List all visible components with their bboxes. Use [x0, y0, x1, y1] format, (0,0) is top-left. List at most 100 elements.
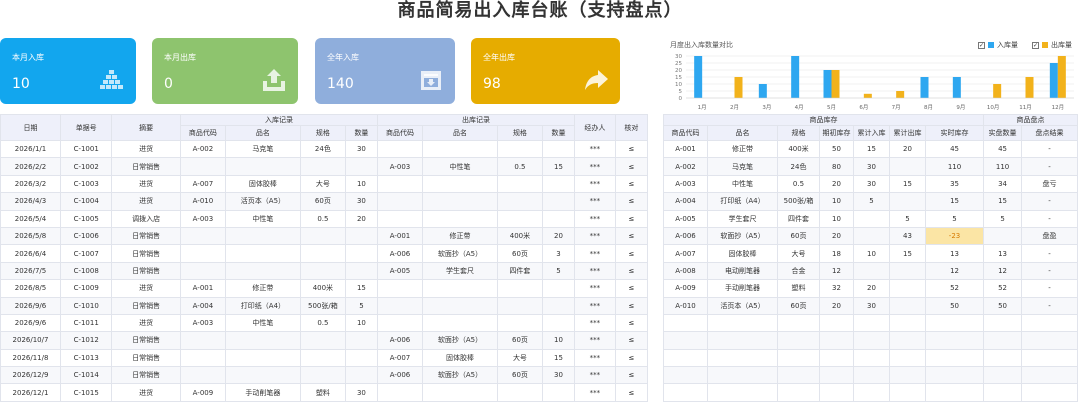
doc-no-cell[interactable]: C-1013	[59, 348, 113, 368]
code-cell[interactable]: A-006	[663, 226, 708, 246]
out-spec-cell[interactable]	[496, 279, 543, 298]
table-row[interactable]: 2026/10/7 C-1012 日常销售 A-006 软面抄（A5） 60页 10 *** ≤	[0, 331, 649, 350]
table-row[interactable]: 2026/9/6 C-1011 进货 A-003 中性笔 0.5 10 *** ≤	[0, 313, 649, 333]
opening-cell[interactable]: 20	[819, 296, 854, 315]
table-row[interactable]: 2026/11/8 C-1013 日常销售 A-007 固体胶棒 大号 15 *** ≤	[0, 348, 649, 368]
doc-no-cell[interactable]: C-1002	[59, 157, 113, 176]
result-cell[interactable]: -	[1021, 209, 1079, 228]
code-cell[interactable]: A-009	[663, 279, 708, 298]
total-out-cell[interactable]	[889, 157, 926, 176]
summary-cell[interactable]: 日常销售	[111, 226, 181, 246]
handler-cell[interactable]: ***	[574, 348, 616, 368]
table-row[interactable]: A-002 马克笔 24色 80 30 110 110-	[663, 157, 1079, 176]
opening-cell[interactable]: 10	[819, 192, 854, 211]
doc-no-cell[interactable]: C-1006	[59, 226, 113, 246]
name-cell[interactable]: 固体胶棒	[707, 244, 778, 263]
summary-cell[interactable]: 日常销售	[111, 244, 181, 263]
current-stock-cell[interactable]: 35	[924, 174, 985, 194]
check-cell[interactable]: ≤	[614, 244, 649, 263]
table-row[interactable]: A-006 软面抄（A5） 60页 20 43 -23 盘盈	[663, 226, 1079, 246]
doc-no-cell[interactable]: C-1015	[59, 383, 113, 402]
name-cell[interactable]: 中性笔	[707, 174, 778, 194]
current-stock-cell[interactable]: 15	[924, 192, 985, 211]
result-cell[interactable]: -	[1021, 139, 1079, 159]
doc-no-cell[interactable]: C-1012	[59, 331, 113, 350]
handler-cell[interactable]: ***	[574, 226, 616, 246]
out-qty-cell[interactable]: 15	[541, 348, 576, 368]
in-spec-cell[interactable]	[299, 261, 346, 281]
spec-cell[interactable]: 60页	[777, 226, 820, 246]
total-in-cell[interactable]: 30	[853, 157, 890, 176]
in-spec-cell[interactable]	[299, 157, 346, 176]
handler-cell[interactable]: ***	[574, 279, 616, 298]
out-qty-cell[interactable]	[541, 383, 576, 402]
counted-cell[interactable]: 5	[983, 209, 1023, 228]
counted-cell[interactable]: 12	[983, 261, 1023, 281]
table-row[interactable]: 2026/12/1 C-1015 进货 A-009 手动削笔器 塑料 30 *** ≤	[0, 383, 649, 402]
out-qty-cell[interactable]	[541, 279, 576, 298]
summary-cell[interactable]: 进货	[111, 139, 181, 159]
spec-cell[interactable]: 0.5	[777, 174, 820, 194]
summary-cell[interactable]: 日常销售	[111, 348, 181, 368]
result-cell[interactable]: -	[1021, 192, 1079, 211]
check-cell[interactable]: ≤	[614, 313, 649, 333]
out-spec-cell[interactable]: 60页	[496, 331, 543, 350]
total-in-cell[interactable]: 30	[853, 296, 890, 315]
spec-cell[interactable]: 400米	[777, 139, 820, 159]
in-spec-cell[interactable]: 大号	[299, 174, 346, 194]
out-qty-cell[interactable]	[541, 192, 576, 211]
handler-cell[interactable]: ***	[574, 157, 616, 176]
out-code-cell[interactable]: A-006	[377, 366, 423, 385]
spec-cell[interactable]: 24色	[777, 157, 820, 176]
in-spec-cell[interactable]: 0.5	[299, 209, 346, 228]
table-row[interactable]: 2026/6/4 C-1007 日常销售 A-006 软面抄（A5） 60页 3 *** ≤	[0, 244, 649, 263]
out-qty-cell[interactable]: 5	[541, 261, 576, 281]
name-cell[interactable]: 软面抄（A5）	[707, 226, 778, 246]
in-spec-cell[interactable]	[299, 366, 346, 385]
spec-cell[interactable]: 四件套	[777, 209, 820, 228]
tile-year-out[interactable]: 全年出库 98	[471, 38, 620, 104]
table-row[interactable]: 2026/5/4 C-1005 调拨入店 A-003 中性笔 0.5 20 *** ≤	[0, 209, 649, 228]
date-cell[interactable]: 2026/4/3	[0, 192, 61, 211]
counted-cell[interactable]: 50	[983, 296, 1023, 315]
tile-month-out[interactable]: 本月出库 0	[152, 38, 298, 104]
table-row[interactable]: 2026/3/2 C-1003 进货 A-007 固体胶棒 大号 10 *** ≤	[0, 174, 649, 194]
check-cell[interactable]: ≤	[614, 139, 649, 159]
date-cell[interactable]: 2026/9/6	[0, 313, 61, 333]
check-cell[interactable]: ≤	[614, 383, 649, 402]
in-name-cell[interactable]: 修正带	[224, 279, 301, 298]
current-stock-cell[interactable]: 50	[924, 296, 985, 315]
doc-no-cell[interactable]: C-1014	[59, 366, 113, 385]
out-qty-cell[interactable]	[541, 209, 576, 228]
out-name-cell[interactable]	[421, 139, 498, 159]
summary-cell[interactable]: 进货	[111, 313, 181, 333]
date-cell[interactable]: 2026/12/9	[0, 366, 61, 385]
in-code-cell[interactable]: A-001	[179, 279, 226, 298]
out-name-cell[interactable]: 软面抄（A5）	[421, 331, 498, 350]
table-row[interactable]: A-008 电动削笔器 合金 12 12 12-	[663, 261, 1079, 281]
in-code-cell[interactable]	[179, 261, 226, 281]
result-cell[interactable]: -	[1021, 279, 1079, 298]
out-spec-cell[interactable]	[496, 296, 543, 315]
out-name-cell[interactable]: 固体胶棒	[421, 348, 498, 368]
in-name-cell[interactable]: 手动削笔器	[224, 383, 301, 402]
out-name-cell[interactable]: 中性笔	[421, 157, 498, 176]
check-cell[interactable]: ≤	[614, 331, 649, 350]
out-spec-cell[interactable]: 大号	[496, 348, 543, 368]
summary-cell[interactable]: 日常销售	[111, 331, 181, 350]
handler-cell[interactable]: ***	[574, 261, 616, 281]
out-code-cell[interactable]	[377, 139, 423, 159]
doc-no-cell[interactable]: C-1003	[59, 174, 113, 194]
check-cell[interactable]: ≤	[614, 209, 649, 228]
date-cell[interactable]: 2026/1/1	[0, 139, 61, 159]
counted-cell[interactable]: 52	[983, 279, 1023, 298]
out-qty-cell[interactable]	[541, 296, 576, 315]
doc-no-cell[interactable]: C-1009	[59, 279, 113, 298]
check-cell[interactable]: ≤	[614, 174, 649, 194]
in-name-cell[interactable]	[224, 261, 301, 281]
summary-cell[interactable]: 进货	[111, 383, 181, 402]
name-cell[interactable]: 学生套尺	[707, 209, 778, 228]
out-qty-cell[interactable]: 15	[541, 157, 576, 176]
total-out-cell[interactable]	[889, 296, 926, 315]
date-cell[interactable]: 2026/10/7	[0, 331, 61, 350]
